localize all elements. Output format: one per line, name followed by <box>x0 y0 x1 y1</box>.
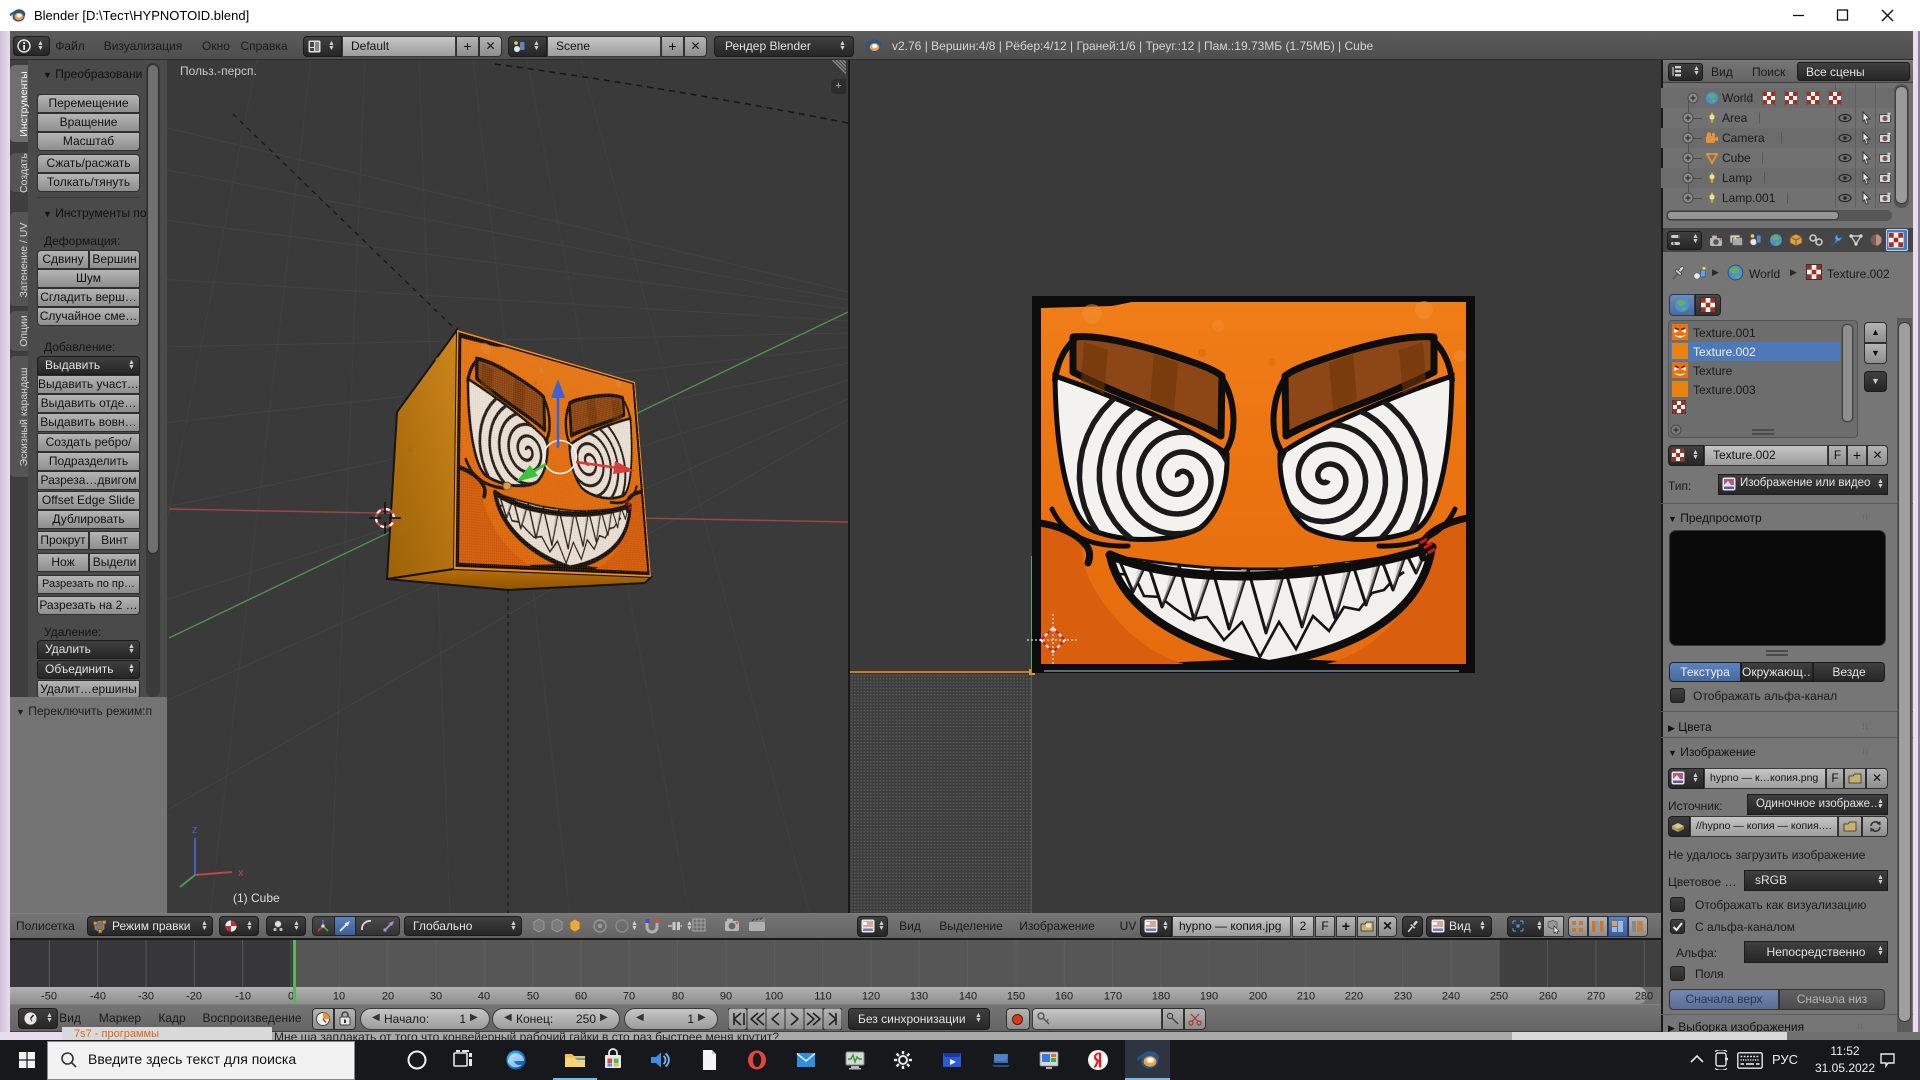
svg-text:140: 140 <box>959 991 977 1003</box>
svg-text:130: 130 <box>910 991 928 1003</box>
svg-text:190: 190 <box>1200 991 1218 1003</box>
svg-text:250: 250 <box>1490 991 1508 1003</box>
svg-text:120: 120 <box>862 991 880 1003</box>
svg-text:110: 110 <box>814 991 832 1003</box>
svg-text:-30: -30 <box>138 991 154 1003</box>
svg-text:270: 270 <box>1587 991 1605 1003</box>
svg-text:z: z <box>192 824 198 836</box>
svg-text:x: x <box>238 867 244 879</box>
svg-text:100: 100 <box>765 991 783 1003</box>
svg-text:150: 150 <box>1007 991 1025 1003</box>
svg-text:220: 220 <box>1345 991 1363 1003</box>
svg-text:230: 230 <box>1394 991 1412 1003</box>
svg-text:40: 40 <box>478 991 490 1003</box>
svg-text:240: 240 <box>1442 991 1460 1003</box>
svg-text:80: 80 <box>672 991 684 1003</box>
svg-text:260: 260 <box>1539 991 1557 1003</box>
svg-text:60: 60 <box>575 991 587 1003</box>
svg-text:-10: -10 <box>235 991 251 1003</box>
svg-text:30: 30 <box>430 991 442 1003</box>
svg-text:70: 70 <box>623 991 635 1003</box>
svg-text:-40: -40 <box>90 991 106 1003</box>
svg-text:170: 170 <box>1104 991 1122 1003</box>
svg-text:210: 210 <box>1297 991 1315 1003</box>
svg-text:180: 180 <box>1152 991 1170 1003</box>
svg-text:280: 280 <box>1635 991 1653 1003</box>
svg-text:-50: -50 <box>41 991 57 1003</box>
svg-text:90: 90 <box>720 991 732 1003</box>
svg-text:10: 10 <box>333 991 345 1003</box>
svg-text:50: 50 <box>527 991 539 1003</box>
svg-text:160: 160 <box>1055 991 1073 1003</box>
svg-text:20: 20 <box>382 991 394 1003</box>
svg-text:-20: -20 <box>186 991 202 1003</box>
svg-text:200: 200 <box>1249 991 1267 1003</box>
